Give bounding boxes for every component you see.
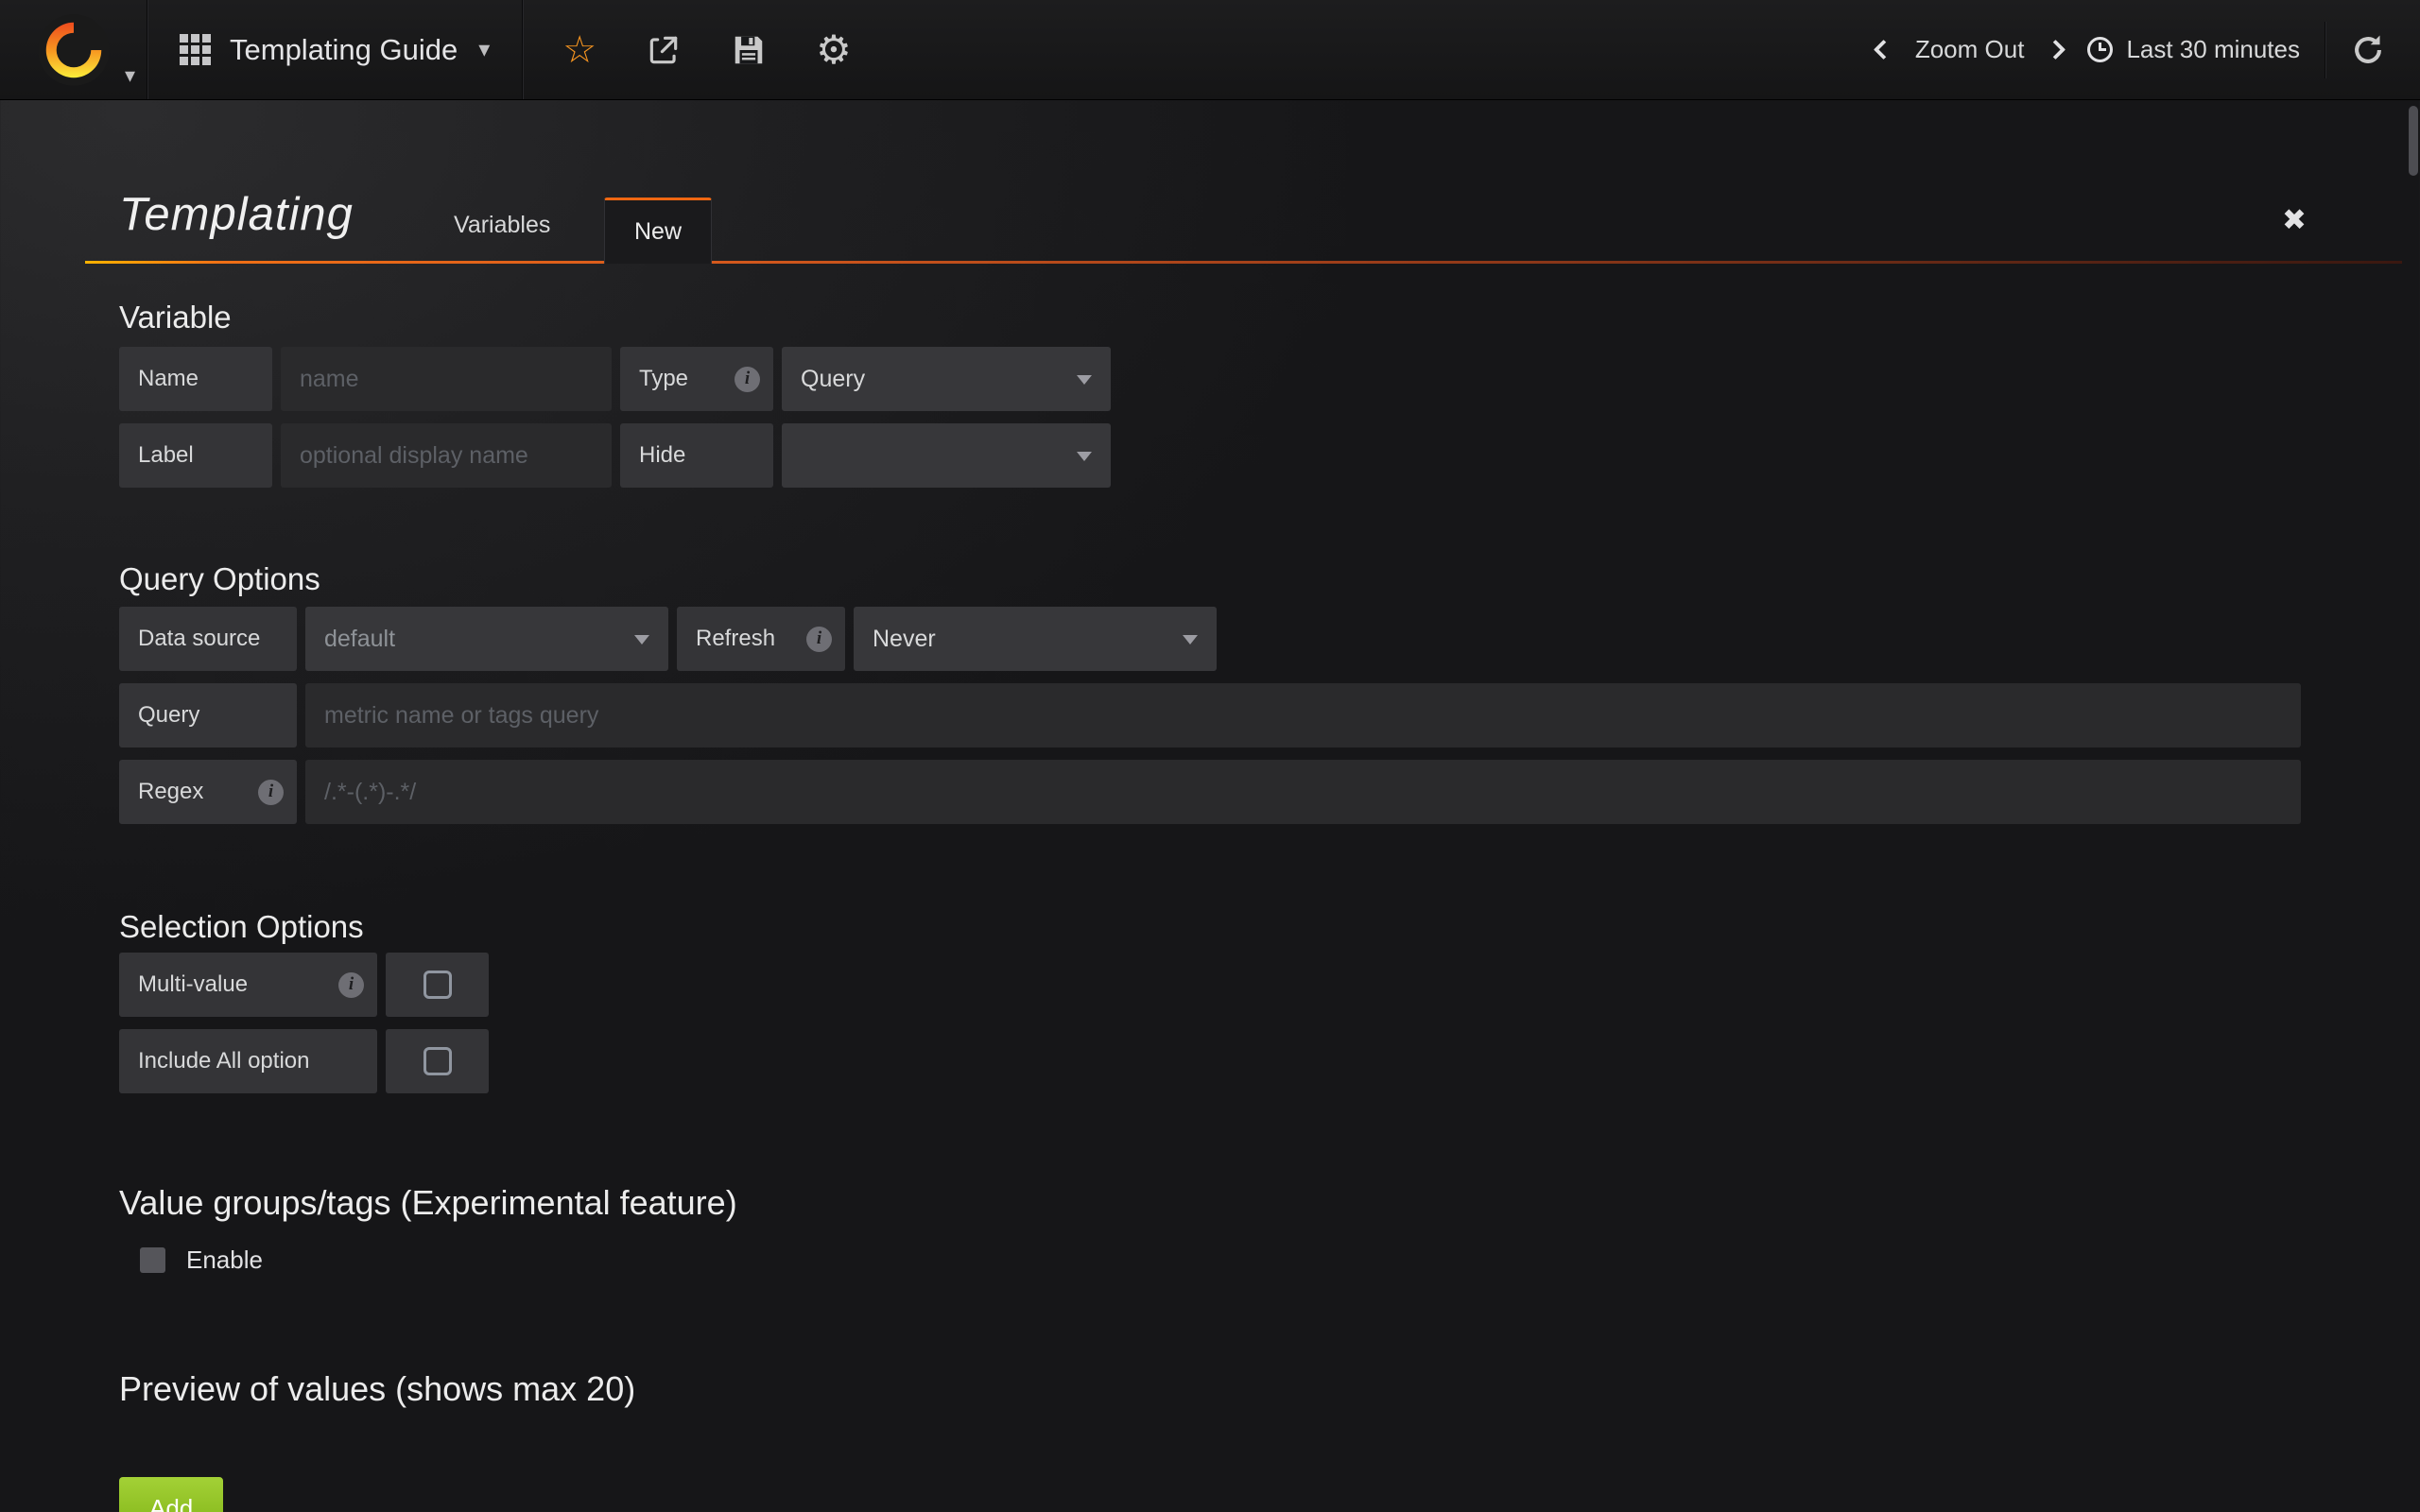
multi-value-label-text: Multi-value	[138, 971, 248, 998]
page-title: Templating	[119, 188, 354, 241]
datasource-row: Data source default Refresh i Never	[119, 607, 2301, 671]
type-label: Type i	[620, 347, 773, 411]
info-icon[interactable]: i	[338, 972, 364, 998]
info-icon[interactable]: i	[806, 627, 832, 652]
time-shift-forward-button[interactable]	[2048, 43, 2063, 57]
include-all-checkbox[interactable]	[386, 1029, 489, 1093]
share-icon	[646, 32, 682, 68]
grafana-logo-icon	[37, 13, 111, 87]
query-input[interactable]	[305, 683, 2301, 747]
label-label: Label	[119, 423, 272, 488]
include-all-label: Include All option	[119, 1029, 377, 1093]
zoom-out-button[interactable]: Zoom Out	[1915, 35, 2025, 64]
caret-down-icon: ▾	[125, 65, 135, 86]
save-dashboard-button[interactable]	[731, 32, 767, 68]
multi-value-row: Multi-value i	[119, 953, 2301, 1017]
refresh-label: Refresh i	[677, 607, 845, 671]
dashboard-title-menu[interactable]: Templating Guide ▾	[147, 0, 522, 99]
refresh-label-text: Refresh	[696, 626, 775, 652]
dashboard-title: Templating Guide	[230, 33, 458, 67]
grafana-menu-button[interactable]: ▾	[0, 0, 147, 99]
share-dashboard-button[interactable]	[646, 32, 682, 68]
type-label-text: Type	[639, 366, 688, 392]
dashboard-actions: ☆ ⚙	[523, 0, 891, 99]
regex-input[interactable]	[305, 760, 2301, 824]
variable-name-row: Name Type i Query	[119, 347, 2301, 411]
datasource-select[interactable]: default	[305, 607, 668, 671]
regex-row: Regex i	[119, 760, 2301, 824]
info-icon[interactable]: i	[258, 780, 284, 805]
tab-variables[interactable]: Variables	[454, 212, 550, 239]
gear-icon: ⚙	[816, 30, 852, 70]
scrollbar-thumb[interactable]	[2409, 106, 2418, 176]
clock-icon	[2087, 37, 2113, 62]
name-label: Name	[119, 347, 272, 411]
time-shift-back-button[interactable]	[1876, 43, 1891, 57]
close-icon: ✖	[2282, 203, 2307, 236]
close-button[interactable]: ✖	[2282, 203, 2307, 237]
hide-select[interactable]	[782, 423, 1111, 488]
enable-checkbox[interactable]	[140, 1247, 165, 1273]
preview-heading: Preview of values (shows max 20)	[119, 1369, 2301, 1409]
time-range-label: Last 30 minutes	[2126, 35, 2300, 64]
star-icon: ☆	[562, 31, 596, 69]
caret-down-icon: ▾	[478, 36, 490, 63]
refresh-select[interactable]: Never	[854, 607, 1217, 671]
add-button[interactable]: Add	[119, 1477, 223, 1512]
variable-label-input[interactable]	[281, 423, 612, 488]
regex-label-text: Regex	[138, 779, 203, 805]
refresh-select-value: Never	[873, 626, 936, 653]
variable-name-input[interactable]	[281, 347, 612, 411]
templating-header: Templating Variables New ✖	[119, 100, 2301, 264]
refresh-button[interactable]	[2350, 32, 2386, 68]
top-navbar: ▾ Templating Guide ▾ ☆	[0, 0, 2420, 100]
chevron-left-icon	[1874, 40, 1893, 60]
data-source-label: Data source	[119, 607, 297, 671]
save-icon	[731, 32, 767, 68]
query-label: Query	[119, 683, 297, 747]
multi-value-label: Multi-value i	[119, 953, 377, 1017]
datasource-select-value: default	[324, 626, 395, 653]
dashboard-grid-icon	[180, 34, 211, 65]
variable-label-row: Label Hide	[119, 423, 2301, 488]
type-select[interactable]: Query	[782, 347, 1111, 411]
templating-settings-page: Templating Variables New ✖ Variable Name…	[0, 100, 2420, 1512]
multi-value-checkbox[interactable]	[386, 953, 489, 1017]
dashboard-settings-button[interactable]: ⚙	[816, 30, 852, 70]
info-icon[interactable]: i	[735, 367, 760, 392]
regex-label: Regex i	[119, 760, 297, 824]
include-all-row: Include All option	[119, 1029, 2301, 1093]
query-row: Query	[119, 683, 2301, 747]
tab-new[interactable]: New	[604, 198, 712, 264]
enable-label[interactable]: Enable	[186, 1246, 263, 1275]
type-select-value: Query	[801, 366, 865, 393]
chevron-right-icon	[2046, 40, 2066, 60]
refresh-icon	[2350, 32, 2386, 68]
star-dashboard-button[interactable]: ☆	[562, 31, 596, 69]
variable-section-heading: Variable	[119, 300, 2301, 335]
query-options-heading: Query Options	[119, 561, 2301, 597]
selection-options-heading: Selection Options	[119, 909, 2301, 945]
checkbox-icon	[424, 1047, 452, 1075]
checkbox-icon	[424, 971, 452, 999]
time-controls: Zoom Out Last 30 minutes	[1876, 0, 2420, 99]
enable-row: Enable	[140, 1246, 2301, 1275]
hide-label: Hide	[620, 423, 773, 488]
time-range-button[interactable]: Last 30 minutes	[2087, 35, 2300, 64]
value-groups-heading: Value groups/tags (Experimental feature)	[119, 1183, 2301, 1223]
navbar-spacer	[891, 0, 1876, 99]
